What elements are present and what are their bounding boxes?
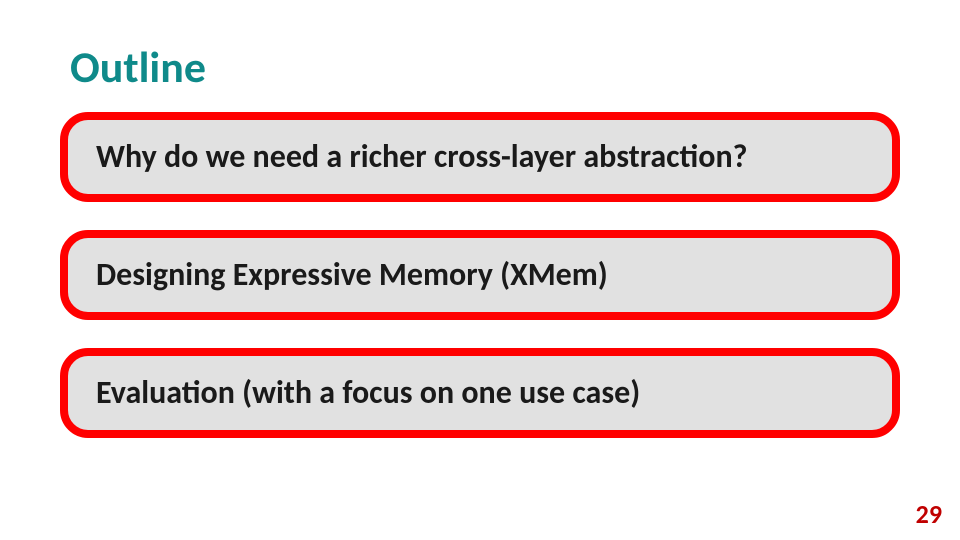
outline-item: Designing Expressive Memory (XMem) (60, 230, 900, 320)
outline-item-text: Why do we need a richer cross-layer abst… (96, 137, 747, 177)
outline-item-text: Designing Expressive Memory (XMem) (96, 255, 608, 295)
outline-item-text: Evaluation (with a focus on one use case… (96, 373, 640, 413)
slide: Outline Why do we need a richer cross-la… (0, 0, 960, 540)
slide-title: Outline (70, 40, 900, 94)
outline-item: Why do we need a richer cross-layer abst… (60, 112, 900, 202)
outline-item: Evaluation (with a focus on one use case… (60, 348, 900, 438)
page-number: 29 (916, 498, 942, 530)
